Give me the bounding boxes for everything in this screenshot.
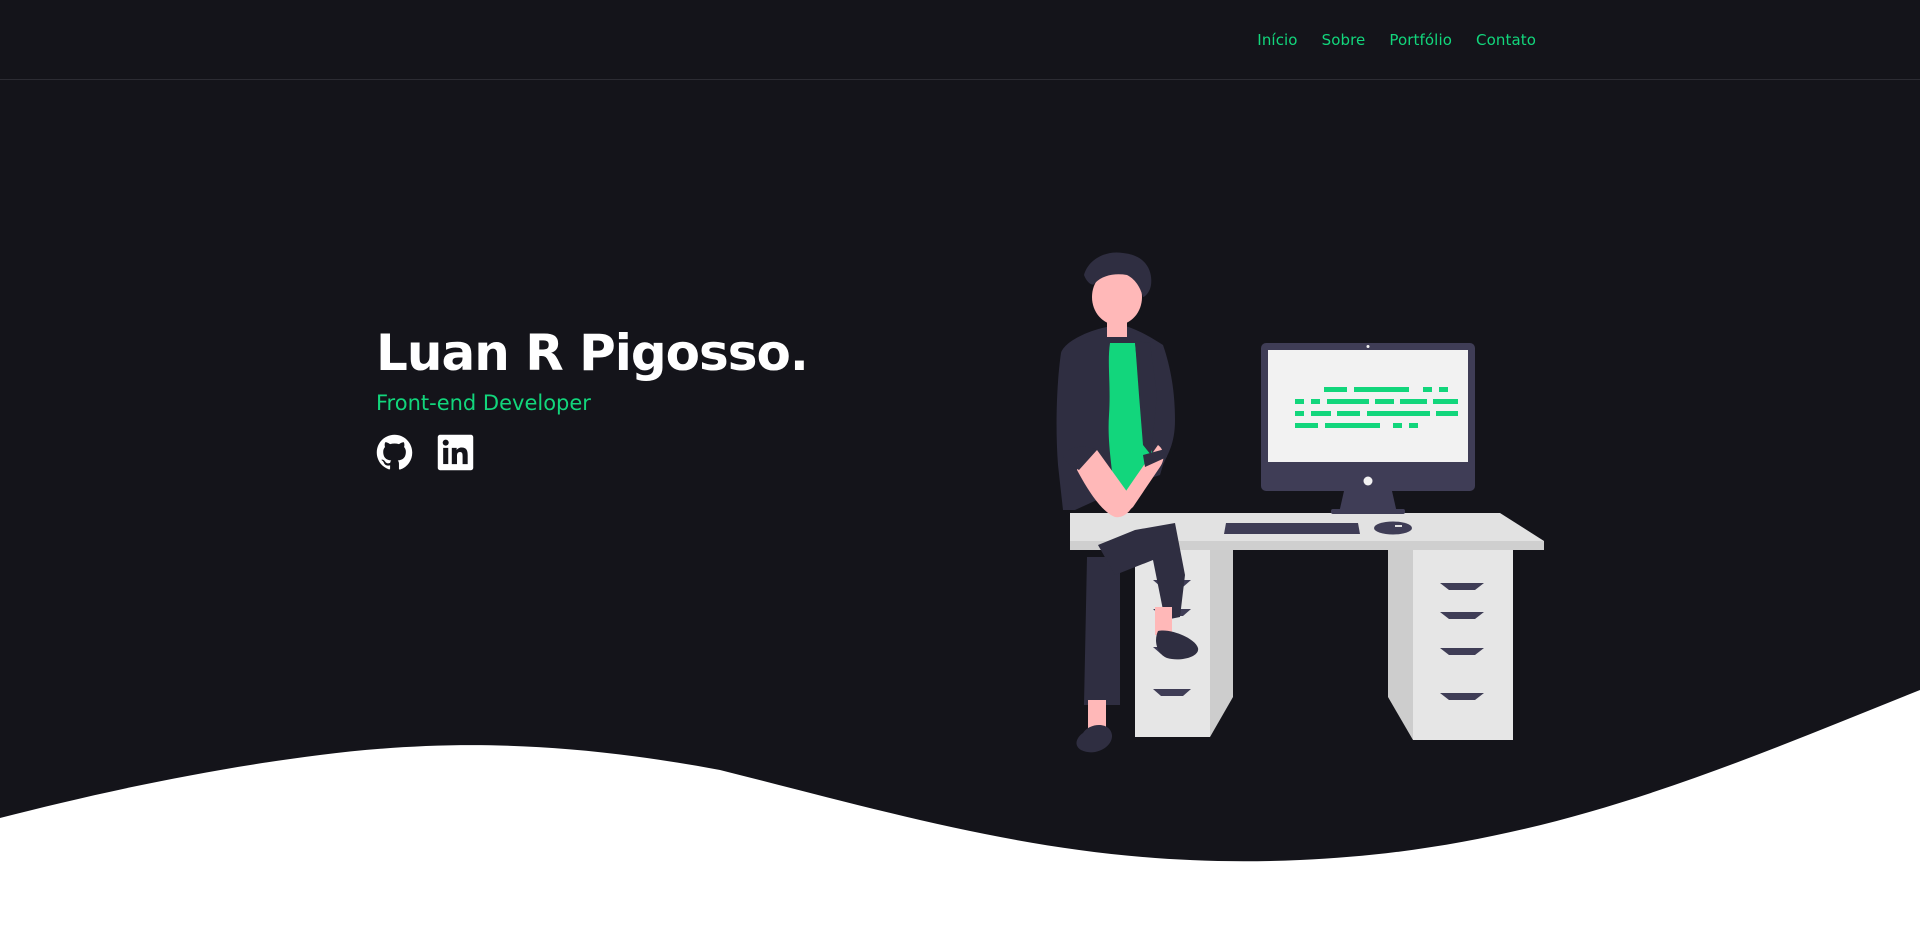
hero-name: Luan R Pigosso. [376, 324, 809, 382]
linkedin-link[interactable] [437, 434, 474, 471]
linkedin-icon [437, 434, 474, 471]
hero-intro: Luan R Pigosso. Front-end Developer [376, 320, 809, 471]
social-links [376, 434, 808, 471]
hero-wave-shape [0, 0, 1920, 862]
hero-background [0, 0, 1920, 947]
nav-link-contato[interactable]: Contato [1476, 31, 1536, 49]
nav-link-portfolio[interactable]: Portfólio [1389, 31, 1452, 49]
nav-link-inicio[interactable]: Início [1257, 31, 1297, 49]
hero-role: Front-end Developer [376, 391, 591, 415]
nav-link-sobre[interactable]: Sobre [1322, 31, 1366, 49]
main-nav: Início Sobre Portfólio Contato [1257, 0, 1536, 80]
developer-desk-illustration [1056, 252, 1544, 753]
mouse [1374, 521, 1412, 535]
github-icon [376, 434, 413, 470]
github-link[interactable] [376, 434, 413, 471]
computer-monitor [1261, 343, 1475, 514]
keyboard [1224, 523, 1360, 534]
top-navbar: Início Sobre Portfólio Contato [0, 0, 1920, 80]
portfolio-page: Início Sobre Portfólio Contato Luan R Pi… [0, 0, 1920, 947]
